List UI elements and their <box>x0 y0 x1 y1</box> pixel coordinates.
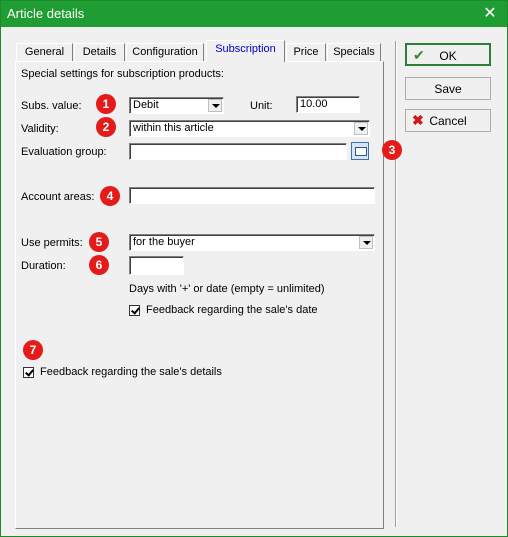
feedback-sale-date-label: Feedback regarding the sale's date <box>146 304 318 316</box>
lookup-icon[interactable] <box>351 142 369 160</box>
feedback-sale-details-label: Feedback regarding the sale's details <box>40 366 222 378</box>
vertical-separator <box>395 41 397 527</box>
unit-input[interactable]: 10.00 <box>296 96 360 113</box>
use-permits-select[interactable]: for the buyer <box>129 234 375 251</box>
feedback-sale-date-checkbox[interactable] <box>129 305 140 316</box>
callout-badge-7: 7 <box>23 340 43 360</box>
title-bar: Article details ✕ <box>1 1 507 27</box>
unit-label: Unit: <box>250 100 273 112</box>
tab-details[interactable]: Details <box>74 43 125 61</box>
article-details-window: Article details ✕ General Details Config… <box>0 0 508 537</box>
callout-badge-4: 4 <box>100 186 120 206</box>
ok-button[interactable]: ✔ OK <box>405 43 491 66</box>
subs-value-selected: Debit <box>133 99 159 111</box>
tab-price[interactable]: Price <box>286 43 326 61</box>
evaluation-group-input[interactable] <box>129 143 347 160</box>
evaluation-group-label: Evaluation group: <box>21 146 107 158</box>
chevron-down-icon[interactable] <box>354 122 368 135</box>
account-areas-label: Account areas: <box>21 191 95 203</box>
chevron-down-icon[interactable] <box>359 236 373 249</box>
account-areas-input[interactable] <box>129 187 375 204</box>
feedback-sale-details-checkbox[interactable] <box>23 367 34 378</box>
tab-general[interactable]: General <box>16 43 73 61</box>
subs-value-select[interactable]: Debit <box>129 97 224 114</box>
intro-text: Special settings for subscription produc… <box>21 68 224 80</box>
callout-badge-3: 3 <box>382 140 402 160</box>
cancel-button[interactable]: ✖ Cancel <box>405 109 491 132</box>
save-button[interactable]: Save <box>405 77 491 100</box>
callout-badge-5: 5 <box>89 232 109 252</box>
close-icon[interactable]: ✕ <box>479 3 501 25</box>
callout-badge-2: 2 <box>96 117 116 137</box>
duration-input[interactable] <box>129 256 184 275</box>
use-permits-selected: for the buyer <box>133 236 195 248</box>
tab-specials[interactable]: Specials <box>327 43 381 61</box>
callout-badge-1: 1 <box>96 94 116 114</box>
validity-label: Validity: <box>21 123 59 135</box>
validity-selected: within this article <box>133 122 214 134</box>
validity-select[interactable]: within this article <box>129 120 370 137</box>
tab-subscription[interactable]: Subscription <box>206 40 285 62</box>
chevron-down-icon[interactable] <box>208 99 222 112</box>
duration-label: Duration: <box>21 260 66 272</box>
cancel-button-label: Cancel <box>429 114 467 128</box>
callout-badge-6: 6 <box>89 255 109 275</box>
ok-button-label: OK <box>439 49 457 63</box>
duration-hint: Days with '+' or date (empty = unlimited… <box>129 283 325 295</box>
subs-value-label: Subs. value: <box>21 100 82 112</box>
tab-configuration[interactable]: Configuration <box>126 43 204 61</box>
window-title: Article details <box>7 6 85 21</box>
save-button-label: Save <box>434 82 462 96</box>
use-permits-label: Use permits: <box>21 237 83 249</box>
